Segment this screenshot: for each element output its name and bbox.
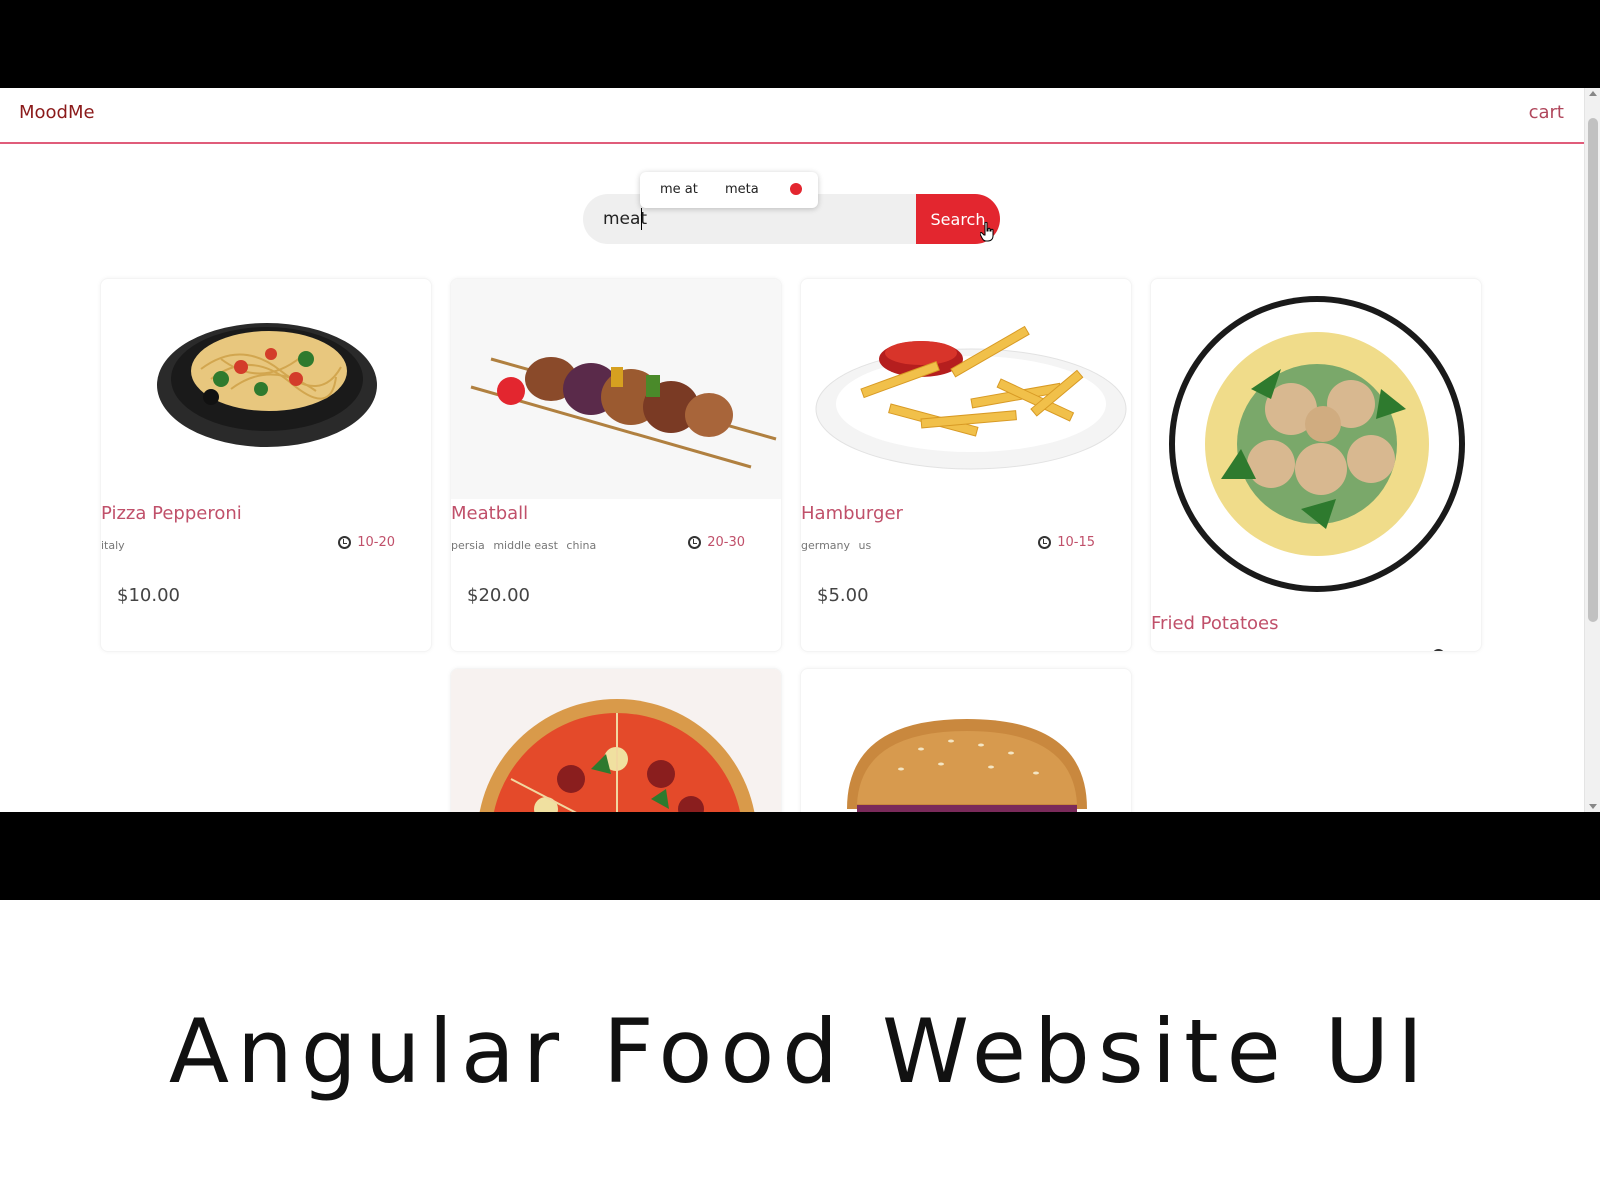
pizza-image — [451, 669, 781, 812]
origin-tag[interactable]: italy — [101, 539, 125, 552]
scroll-thumb[interactable] — [1588, 118, 1598, 622]
cart-link[interactable]: cart — [1529, 102, 1564, 123]
food-origins: persia middle east china — [451, 539, 601, 552]
food-name[interactable]: Fried Potatoes — [1151, 613, 1279, 634]
food-card[interactable] — [450, 668, 782, 812]
cook-time-value: 20-30 — [707, 535, 745, 550]
suggestion-emoji-icon[interactable] — [790, 183, 802, 195]
suggestion-item[interactable]: meta — [725, 182, 759, 197]
food-card[interactable]: Hamburger germany us 10-15 $5.00 — [800, 278, 1132, 652]
spaghetti-plate-image — [157, 323, 377, 447]
burger-image — [847, 719, 1087, 812]
autocomplete-suggestions: me at meta — [640, 172, 818, 208]
suggestion-item[interactable]: me at — [660, 182, 698, 197]
origin-tag[interactable]: us — [859, 539, 872, 552]
cook-time: 20-30 — [688, 535, 745, 550]
food-name[interactable]: Hamburger — [801, 503, 903, 524]
food-name[interactable]: Pizza Pepperoni — [101, 503, 242, 524]
food-name[interactable]: Meatball — [451, 503, 528, 524]
text-caret — [641, 208, 642, 230]
food-origins: germany us — [801, 539, 876, 552]
food-card[interactable]: Fried Potatoes — [1150, 278, 1482, 652]
browser-viewport: MoodMe cart Search me at meta — [0, 88, 1600, 812]
food-price: $10.00 — [117, 585, 180, 606]
food-card[interactable]: Pizza Pepperoni italy 10-20 $10.00 — [100, 278, 432, 652]
hand-pointer-icon — [980, 222, 994, 242]
food-card[interactable] — [800, 668, 1132, 812]
cook-time-value: 10-15 — [1057, 535, 1095, 550]
clock-icon — [1432, 649, 1445, 651]
scroll-up-arrow-icon[interactable] — [1589, 91, 1597, 96]
origin-tag[interactable]: china — [566, 539, 596, 552]
letterbox-top — [0, 0, 1600, 88]
cook-time: 10-15 — [1038, 535, 1095, 550]
origin-tag[interactable]: persia — [451, 539, 485, 552]
site-header: MoodMe cart — [0, 88, 1584, 144]
meatball-pasta-plate-image — [1169, 296, 1465, 592]
caption-title: Angular Food Website UI — [168, 1000, 1432, 1103]
cook-time: 10-20 — [338, 535, 395, 550]
origin-tag[interactable]: middle east — [493, 539, 558, 552]
food-card[interactable]: Meatball persia middle east china 20-30 … — [450, 278, 782, 652]
clock-icon — [338, 536, 352, 549]
clock-icon — [688, 536, 702, 549]
scrollbar[interactable] — [1584, 88, 1600, 812]
scroll-down-arrow-icon[interactable] — [1589, 804, 1597, 809]
food-price: $20.00 — [467, 585, 530, 606]
brand-logo[interactable]: MoodMe — [19, 102, 95, 123]
cook-time — [1432, 649, 1445, 651]
fries-plate-image — [815, 325, 1127, 470]
letterbox-bottom — [0, 812, 1600, 900]
food-origins: italy — [101, 539, 130, 552]
clock-icon — [1038, 536, 1052, 549]
origin-tag[interactable]: germany — [801, 539, 850, 552]
cook-time-value: 10-20 — [357, 535, 395, 550]
food-price: $5.00 — [817, 585, 869, 606]
kebab-skewer-image — [451, 279, 781, 499]
